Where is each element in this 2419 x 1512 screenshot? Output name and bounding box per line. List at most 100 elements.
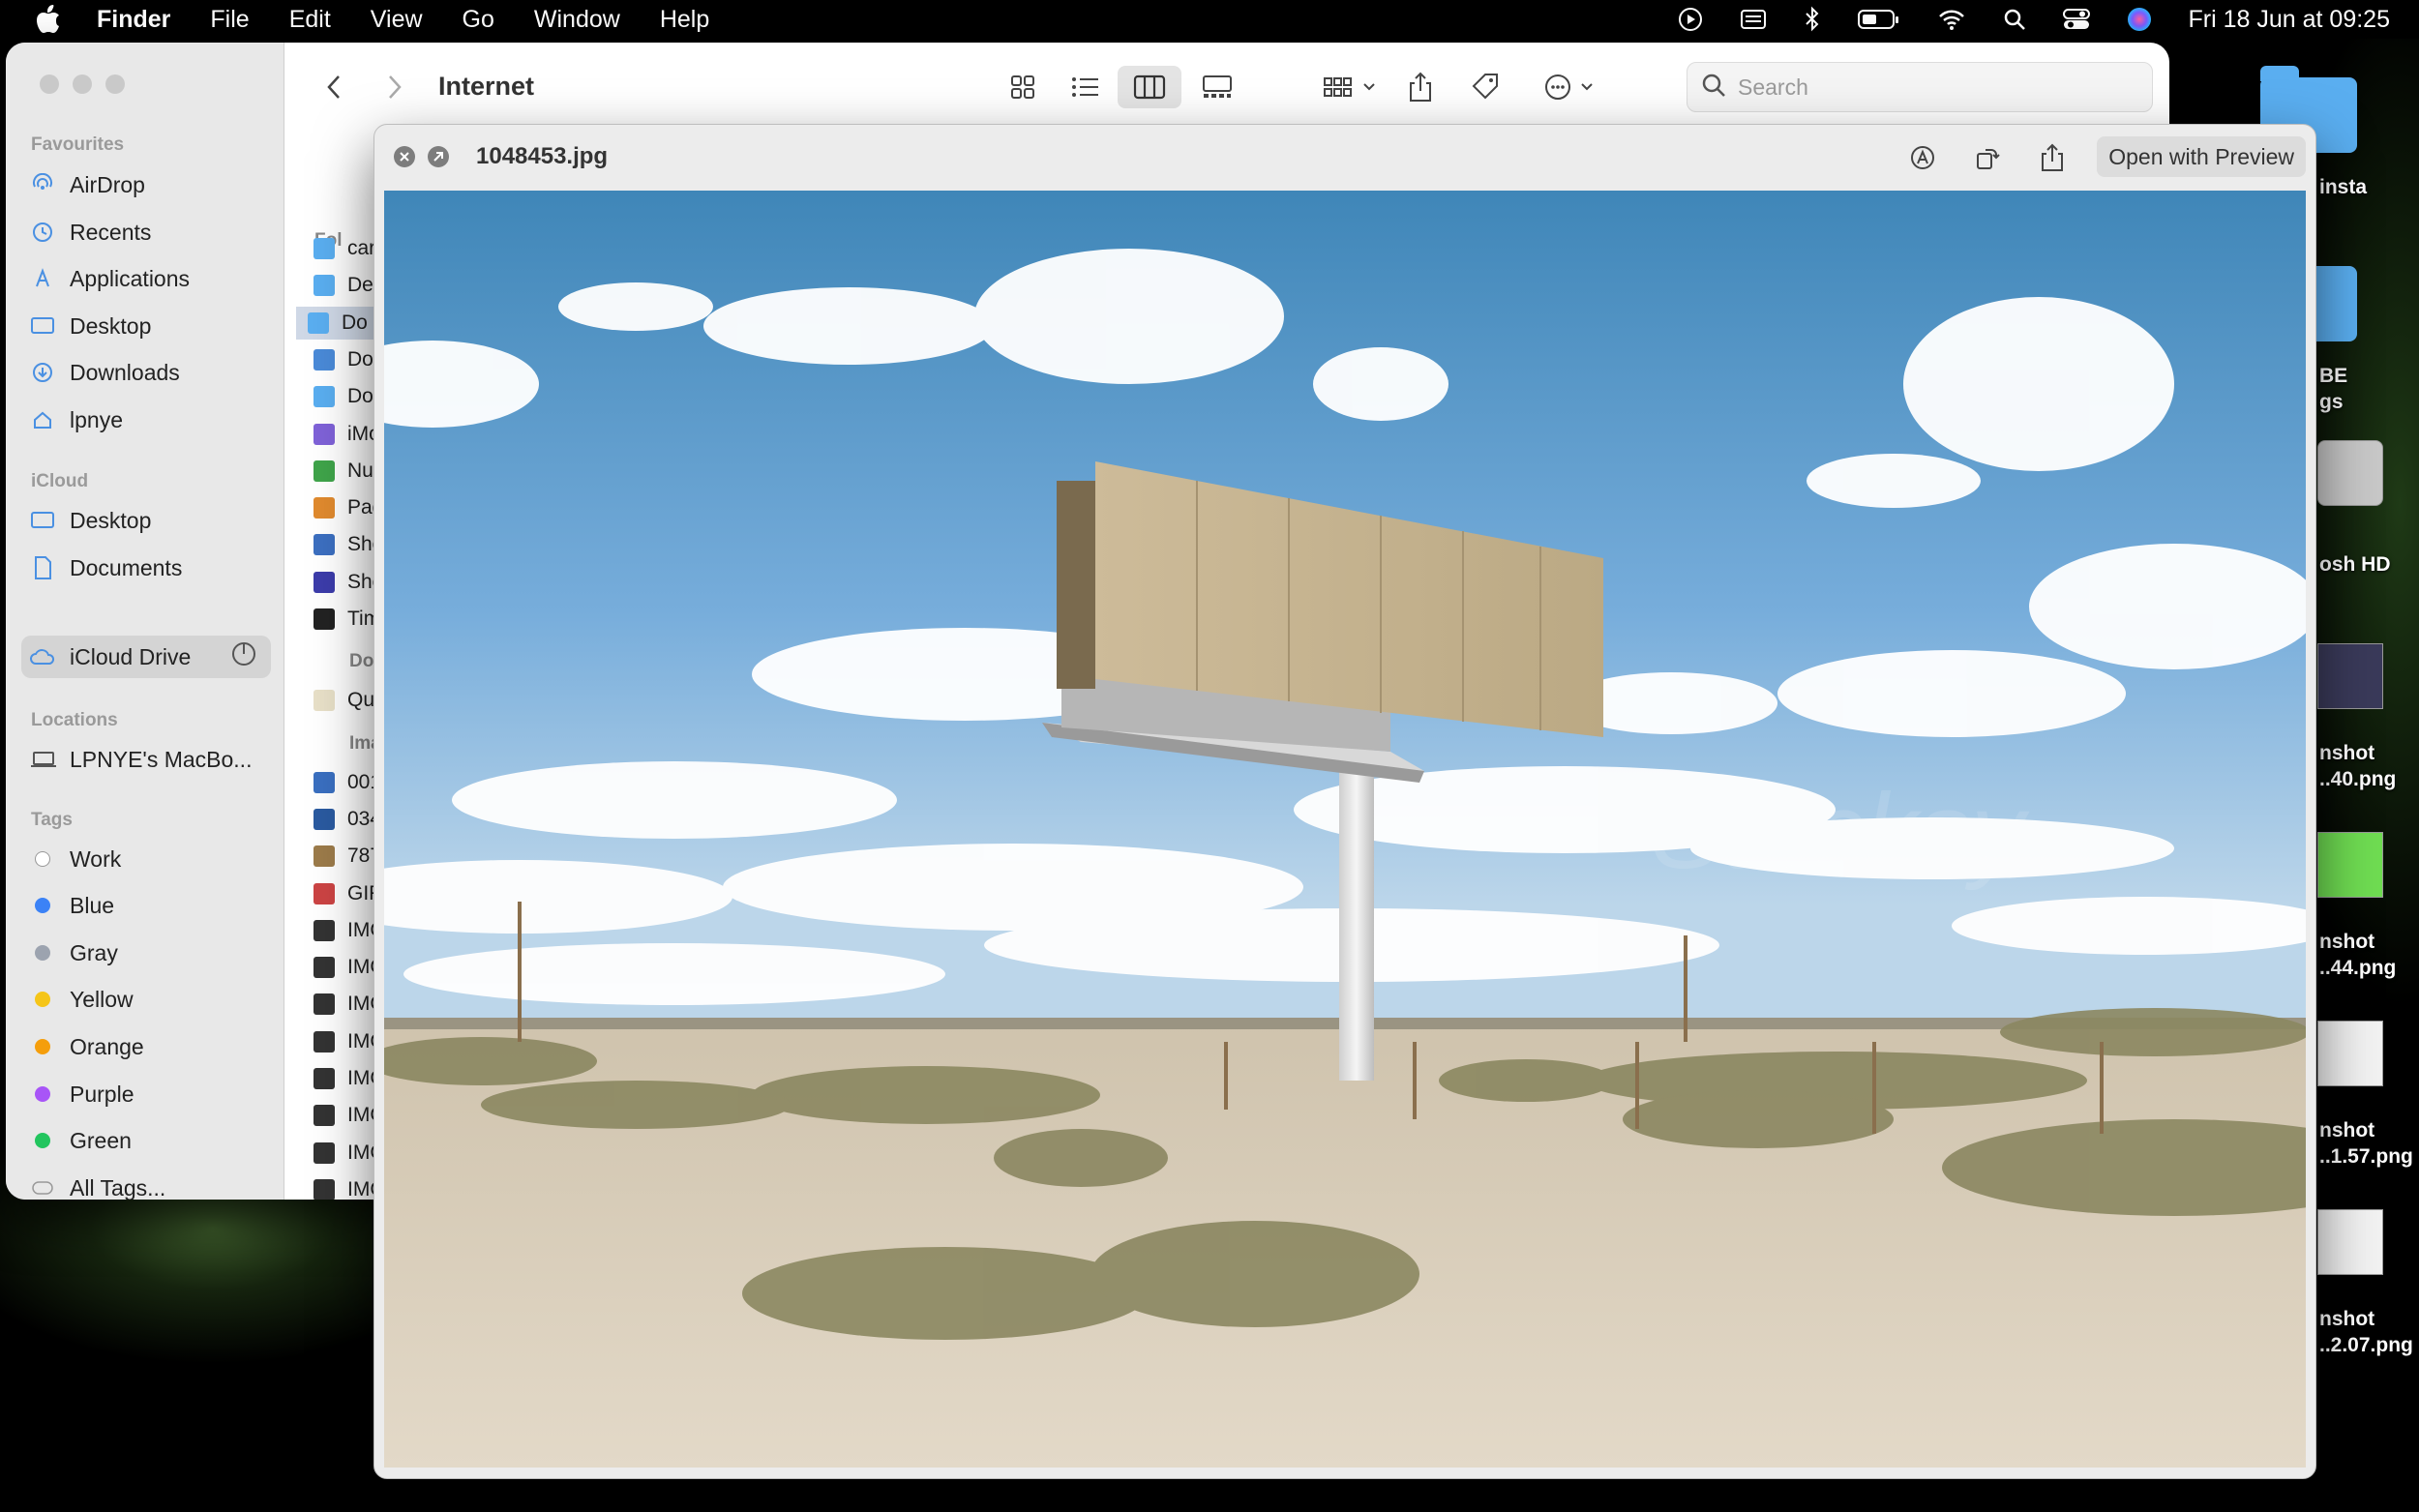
sidebar-all-tags[interactable]: All Tags... [29,1167,271,1200]
file-thumbnail-icon [314,919,335,941]
tag-color-dot [35,1086,50,1102]
search-input[interactable] [1736,73,2127,102]
tag-icon[interactable] [1464,66,1507,108]
quicklook-close-icon[interactable] [394,146,415,167]
sidebar-item-recents[interactable]: Recents [29,211,271,253]
bluetooth-icon[interactable] [1804,6,1821,33]
file-row[interactable]: GIF [314,877,381,910]
desktop-item-label[interactable]: nshot ..44.png [2319,929,2396,981]
group-by-icon[interactable] [1319,66,1383,108]
sidebar-tag-gray[interactable]: Gray [29,932,271,974]
markup-icon[interactable] [1908,143,1937,172]
sidebar-tag-blue[interactable]: Blue [29,884,271,927]
file-row[interactable]: 034 [314,803,381,836]
menu-window[interactable]: Window [534,6,620,34]
play-icon[interactable] [1678,7,1703,32]
file-thumbnail-icon [314,348,335,371]
list-view-icon[interactable] [1062,66,1109,108]
quicklook-fullscreen-icon[interactable] [428,146,449,167]
sidebar-tag-purple[interactable]: Purple [29,1073,271,1115]
battery-icon[interactable] [1857,9,1900,30]
sidebar-item-macbook[interactable]: LPNYE's MacBo... [29,738,271,781]
close-button[interactable] [40,74,59,94]
forward-chevron-icon[interactable] [377,66,412,108]
more-actions-icon[interactable] [1541,66,1605,108]
file-row[interactable]: car [314,232,375,265]
sidebar-item-airdrop[interactable]: AirDrop [29,163,271,206]
keyboard-icon[interactable] [1740,8,1767,31]
file-row[interactable]: Tim [314,603,380,636]
minimize-button[interactable] [73,74,92,94]
sidebar-item-label: Downloads [70,359,180,385]
control-center-icon[interactable] [2062,8,2090,31]
sidebar-item-documents[interactable]: Documents [29,547,271,589]
menu-help[interactable]: Help [660,6,709,34]
desktop-screenshot-thumbnail[interactable] [2317,643,2383,709]
desktop-item-label[interactable]: nshot ..2.07.png [2319,1306,2413,1358]
menubar-clock[interactable]: Fri 18 Jun at 09:25 [2189,6,2390,34]
share-icon[interactable] [2038,143,2067,172]
sidebar-item-downloads[interactable]: Downloads [29,351,271,394]
sidebar-tag-green[interactable]: Green [29,1119,271,1162]
file-name: car [347,237,376,259]
cloud-icon [29,647,56,667]
desktop-screenshot-thumbnail[interactable] [2317,832,2383,898]
window-controls [40,74,125,94]
icon-view-icon[interactable] [1000,66,1046,108]
sidebar-section-icloud: iCloud [31,471,89,491]
file-row[interactable]: iMo [314,418,380,451]
desktop-item-label[interactable]: nshot ..40.png [2319,740,2396,792]
file-thumbnail-icon [314,771,335,793]
apple-menu-icon[interactable] [0,5,97,34]
sidebar-item-label: AirDrop [70,171,145,197]
siri-icon[interactable] [2127,7,2152,32]
desktop-screenshot-thumbnail[interactable] [2317,1209,2383,1275]
menu-go[interactable]: Go [463,6,494,34]
desktop-screenshot-thumbnail[interactable] [2317,1021,2383,1086]
file-thumbnail-icon [314,460,335,482]
search-field[interactable] [1687,62,2153,112]
sidebar-item-label: Applications [70,265,191,291]
tag-color-dot [35,898,50,913]
sidebar-item-home[interactable]: lpnye [29,399,271,441]
search-icon [1701,73,1726,103]
sidebar-tag-work[interactable]: Work [29,838,271,880]
desktop-item-label[interactable]: BE gs [2319,363,2347,415]
desktop-item-label[interactable]: nshot ..1.57.png [2319,1117,2413,1170]
gallery-view-icon[interactable] [1193,66,1241,108]
desktop-item-label[interactable]: insta [2319,174,2367,200]
zoom-button[interactable] [105,74,125,94]
sidebar-item-desktop[interactable]: Desktop [29,305,271,347]
menu-edit[interactable]: Edit [289,6,331,34]
column-view-icon[interactable] [1118,66,1181,108]
spotlight-search-icon[interactable] [2003,8,2026,31]
sidebar-item-applications[interactable]: Applications [29,257,271,300]
back-chevron-icon[interactable] [316,66,351,108]
file-row[interactable]: 787 [314,840,381,873]
desktop-item-label[interactable]: osh HD [2319,551,2391,578]
menu-app-name[interactable]: Finder [97,6,170,34]
desktop-icon [29,315,56,337]
tag-color-dot [35,1039,50,1054]
sidebar-tag-orange[interactable]: Orange [29,1025,271,1068]
file-row[interactable]: Nu [314,455,373,488]
open-with-preview-button[interactable]: Open with Preview [2097,136,2306,177]
file-row[interactable]: Qu [314,684,374,717]
wifi-icon[interactable] [1937,8,1966,31]
file-name: Do [342,311,368,334]
file-row[interactable]: 001 [314,766,381,799]
sidebar-item-icloud-drive[interactable]: iCloud Drive [21,636,271,678]
rotate-icon[interactable] [1973,143,2002,172]
menu-view[interactable]: View [371,6,423,34]
sidebar-item-label: Recents [70,219,152,245]
sidebar-item-icloud-desktop[interactable]: Desktop [29,499,271,542]
sidebar-section-locations: Locations [31,710,118,730]
file-thumbnail-icon [314,1068,335,1089]
sidebar-tag-yellow[interactable]: Yellow [29,978,271,1021]
sidebar-item-label: All Tags... [70,1174,166,1201]
share-icon[interactable] [1401,66,1440,108]
desktop-hard-disk-icon[interactable] [2317,440,2383,506]
menu-file[interactable]: File [210,6,249,34]
clock-icon [29,221,56,244]
tag-color-dot [35,992,50,1007]
